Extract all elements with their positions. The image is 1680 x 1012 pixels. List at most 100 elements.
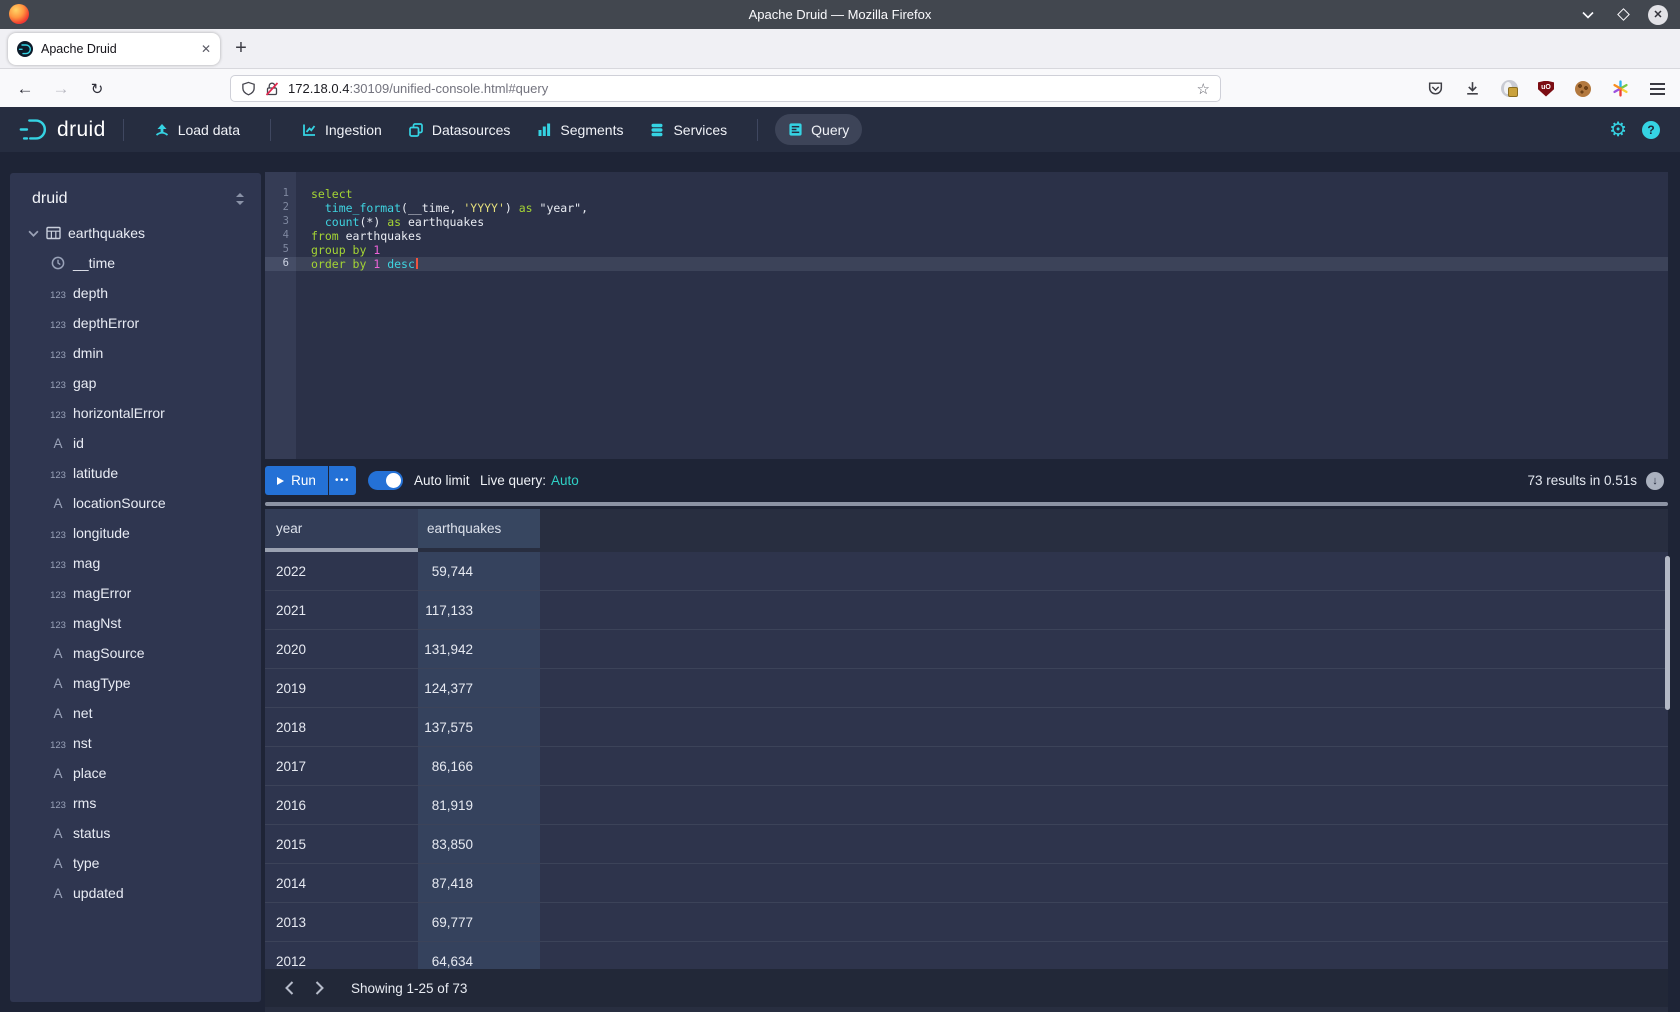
column-name: dmin [73,345,103,361]
number-type-icon: 123 [46,795,70,811]
window-minimize-button[interactable] [1578,5,1598,25]
sidebar-column-updated[interactable]: Aupdated [10,878,261,908]
sidebar-column-longitude[interactable]: 123longitude [10,518,261,548]
column-name: type [73,855,99,871]
sidebar-column-dmin[interactable]: 123dmin [10,338,261,368]
column-header-earthquakes[interactable]: earthquakes [418,509,540,548]
sidebar-column-magType[interactable]: AmagType [10,668,261,698]
sidebar-column-__time[interactable]: __time [10,248,261,278]
sidebar-column-rms[interactable]: 123rms [10,788,261,818]
string-type-icon: A [46,825,70,841]
table-row: 201369,777 [265,903,1668,942]
column-name: magType [73,675,131,691]
sql-line-6[interactable]: order by 1 desc [296,257,1668,271]
run-button[interactable]: Run [265,466,328,495]
sql-line-5[interactable]: group by 1 [296,243,1668,257]
druid-logo-icon [18,116,50,143]
back-button[interactable]: ← [12,76,38,102]
sql-line-4[interactable]: from earthquakes [296,229,1668,243]
nav-item-query[interactable]: Query [775,114,862,145]
url-bar[interactable]: 172.18.0.4:30109/unified-console.html#qu… [230,75,1221,102]
text-cursor [416,258,418,269]
sidebar-table-earthquakes[interactable]: earthquakes [10,218,261,248]
sidebar-column-magSource[interactable]: AmagSource [10,638,261,668]
nav-item-load-data[interactable]: Load data [141,114,253,145]
sidebar-column-depthError[interactable]: 123depthError [10,308,261,338]
nav-item-datasources[interactable]: Datasources [395,114,524,145]
sidebar-column-latitude[interactable]: 123latitude [10,458,261,488]
number-type-icon: 123 [46,345,70,361]
ublock-origin-icon[interactable]: uO [1537,80,1555,98]
string-type-icon: A [46,675,70,691]
column-header-year[interactable]: year [265,509,418,548]
nav-item-ingestion[interactable]: Ingestion [288,114,395,145]
browser-tab[interactable]: Apache Druid ✕ [8,33,220,65]
sql-line-1[interactable]: select [296,187,1668,201]
nav-item-services[interactable]: Services [636,114,740,145]
new-tab-button[interactable]: + [228,36,254,62]
cell-earthquakes: 124,377 [418,669,540,707]
pocket-icon[interactable] [1426,80,1444,98]
editor-code[interactable]: select time_format(__time, 'YYYY') as "y… [296,172,1668,459]
run-more-button[interactable]: ••• [329,466,356,495]
sidebar-column-net[interactable]: Anet [10,698,261,728]
column-name: magSource [73,645,145,661]
number-type-icon: 123 [46,735,70,751]
sidebar-column-magError[interactable]: 123magError [10,578,261,608]
cookie-extension-icon[interactable] [1574,80,1592,98]
live-query-value[interactable]: Auto [551,473,579,488]
sidebar-column-gap[interactable]: 123gap [10,368,261,398]
schema-name: druid [32,190,68,208]
sidebar-column-horizontalError[interactable]: 123horizontalError [10,398,261,428]
prev-page-icon[interactable] [277,976,301,1000]
schema-sidebar: druid earthquakes __time 123depth123depthE… [10,173,261,1002]
sidebar-column-status[interactable]: Astatus [10,818,261,848]
sidebar-column-magNst[interactable]: 123magNst [10,608,261,638]
column-name: __time [73,255,115,271]
sidebar-column-type[interactable]: Atype [10,848,261,878]
menu-icon[interactable] [1648,80,1666,98]
column-name: locationSource [73,495,166,511]
vertical-scrollbar[interactable] [1665,556,1670,710]
tracking-shield-icon[interactable] [241,81,256,97]
downloads-icon[interactable] [1463,80,1481,98]
forward-button[interactable]: → [48,76,74,102]
live-query-control[interactable]: Live query: Auto [480,466,579,495]
double-caret-sort-icon[interactable] [235,192,245,206]
insecure-lock-icon[interactable] [264,81,280,97]
cell-earthquakes: 59,744 [418,552,540,590]
browser-tabbar: Apache Druid ✕ + [0,29,1680,68]
sql-line-2[interactable]: time_format(__time, 'YYYY') as "year", [296,201,1668,215]
sql-editor[interactable]: 123456 select time_format(__time, 'YYYY'… [265,172,1668,459]
druid-logo[interactable]: druid [18,116,106,143]
table-row: 201487,418 [265,864,1668,903]
sql-line-3[interactable]: count(*) as earthquakes [296,215,1668,229]
cell-earthquakes: 137,575 [418,708,540,746]
nav-item-segments[interactable]: Segments [523,114,636,145]
window-maximize-button[interactable] [1613,5,1633,25]
next-page-icon[interactable] [307,976,331,1000]
sidebar-column-id[interactable]: Aid [10,428,261,458]
string-type-icon: A [46,645,70,661]
sidebar-column-mag[interactable]: 123mag [10,548,261,578]
help-icon[interactable]: ? [1642,121,1660,139]
tab-close-icon[interactable]: ✕ [201,42,211,56]
column-name: magNst [73,615,121,631]
query-view: druid earthquakes __time 123depth123depthE… [0,152,1680,1012]
settings-gear-icon[interactable]: ⚙ [1609,117,1627,142]
sidebar-column-depth[interactable]: 123depth [10,278,261,308]
auto-limit-toggle[interactable] [368,471,403,490]
table-row: 201583,850 [265,825,1668,864]
horizontal-scrollbar[interactable] [265,502,1668,506]
window-close-button[interactable]: ✕ [1648,5,1668,25]
sidebar-column-nst[interactable]: 123nst [10,728,261,758]
reload-button[interactable]: ↻ [84,76,110,102]
sidebar-column-place[interactable]: Aplace [10,758,261,788]
browser-toolbar: ← → ↻ 172.18.0.4:30109/unified-console.h… [0,68,1680,107]
download-results-icon[interactable]: ↓ [1646,472,1664,490]
cell-earthquakes: 81,919 [418,786,540,824]
colorful-asterisk-extension-icon[interactable] [1611,80,1629,98]
bookmark-star-icon[interactable]: ☆ [1197,80,1210,98]
privacy-badger-icon[interactable] [1500,80,1518,98]
sidebar-column-locationSource[interactable]: AlocationSource [10,488,261,518]
